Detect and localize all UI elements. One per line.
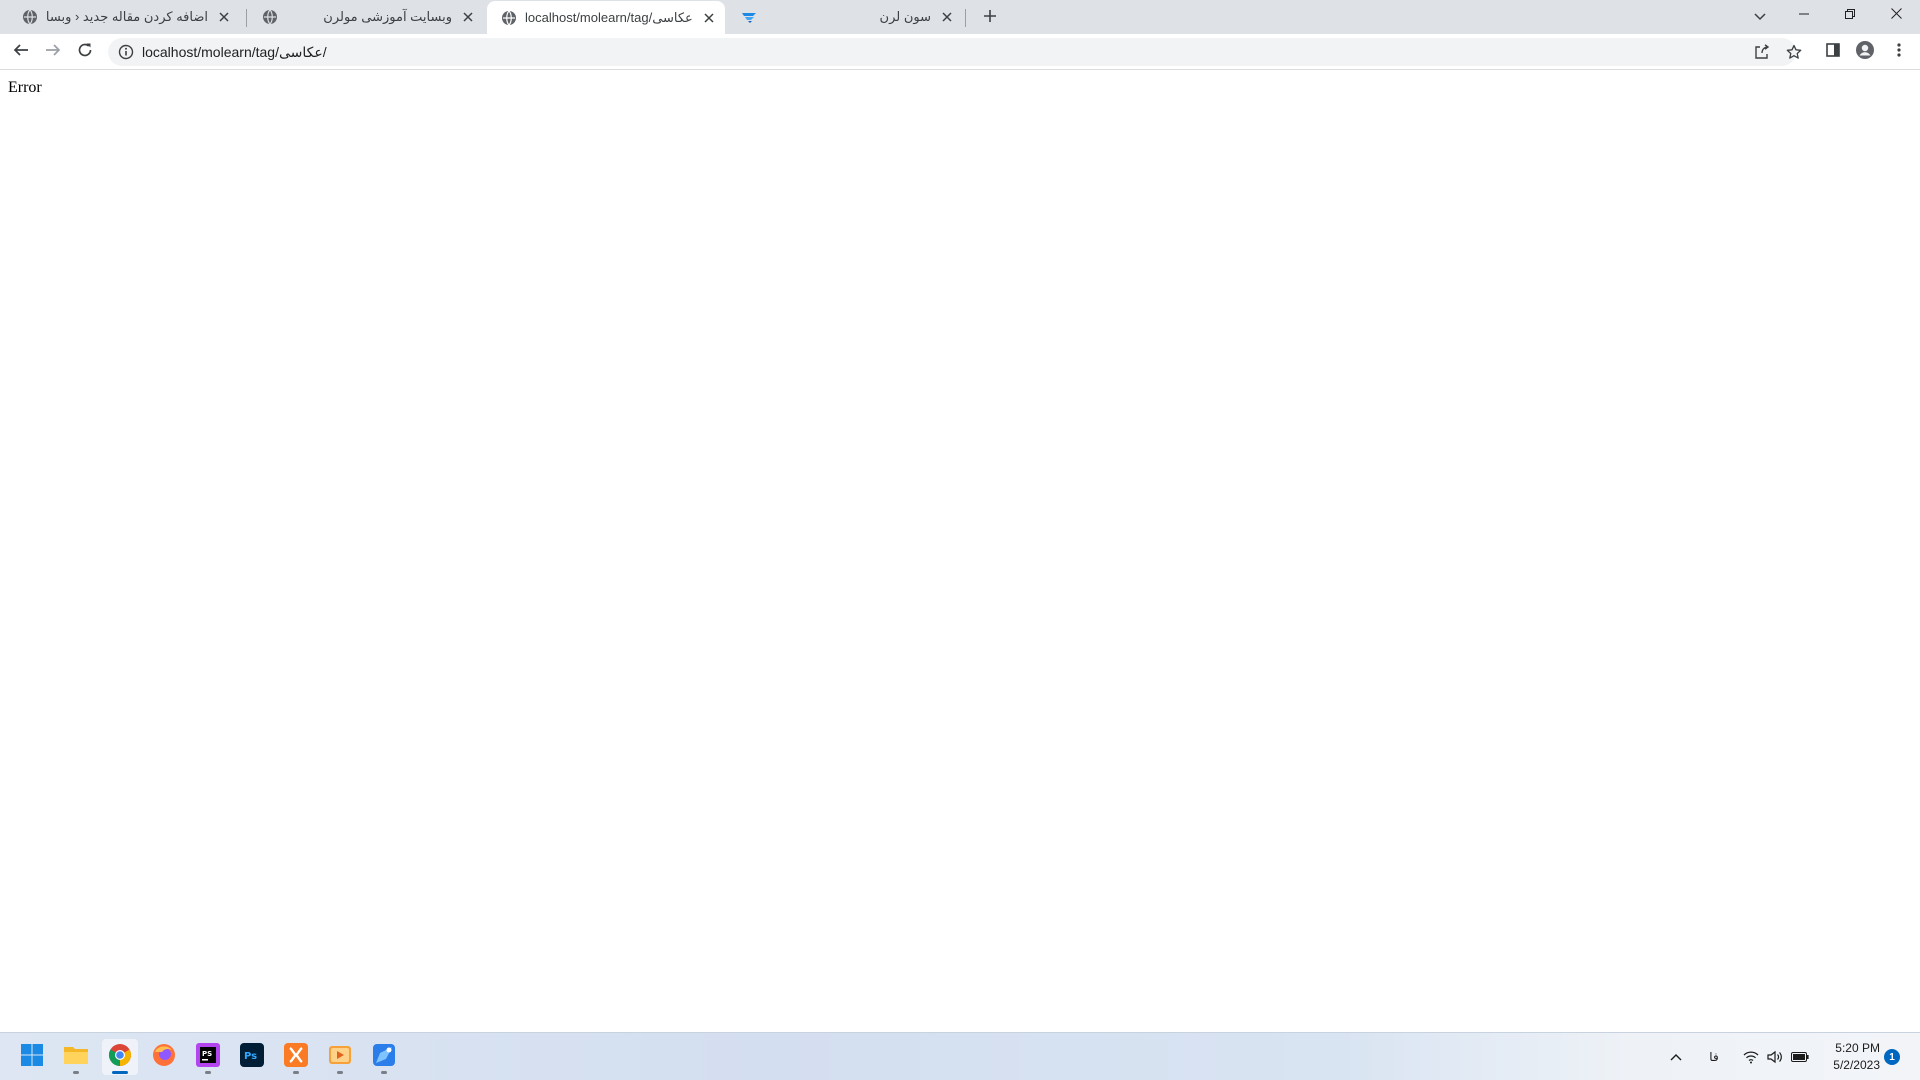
back-arrow-icon [13, 42, 29, 63]
system-clock[interactable]: 5:20 PM 5/2/2023 [1814, 1040, 1880, 1074]
tab-separator [246, 9, 247, 27]
sevenlearn-logo-icon [741, 9, 757, 25]
restore-icon [1845, 6, 1855, 24]
tab-add-article[interactable]: اضافه کردن مقاله جدید ‹ وبسایت آموزشی مو… [8, 0, 240, 34]
browser-toolbar: localhost/molearn/tag/عکاسی/ [0, 34, 1920, 70]
forward-arrow-icon [45, 42, 61, 63]
taskbar-chrome[interactable] [102, 1039, 138, 1075]
photoshop-icon: Ps [240, 1042, 264, 1072]
globe-icon [262, 9, 278, 25]
profile-button[interactable] [1851, 38, 1879, 66]
plus-icon [983, 9, 997, 28]
restore-button[interactable] [1827, 0, 1873, 30]
paint-icon [372, 1043, 396, 1072]
tab-separator [965, 9, 966, 27]
firefox-icon [152, 1043, 176, 1072]
taskbar-xampp[interactable] [278, 1039, 314, 1075]
volume-icon[interactable] [1765, 1047, 1785, 1067]
taskbar-phpstorm[interactable]: PS [190, 1039, 226, 1075]
running-indicator [73, 1071, 79, 1074]
taskbar-file-explorer[interactable] [58, 1039, 94, 1075]
tab-localhost-tag[interactable]: localhost/molearn/tag/عکاسی/ [487, 1, 725, 34]
phpstorm-icon: PS [196, 1042, 220, 1072]
profile-icon [1855, 40, 1875, 65]
running-indicator [205, 1071, 211, 1074]
xampp-icon [284, 1042, 308, 1072]
menu-button[interactable] [1885, 38, 1913, 66]
show-hidden-icons-button[interactable] [1666, 1047, 1686, 1067]
info-icon[interactable] [118, 44, 134, 60]
share-icon[interactable] [1752, 42, 1772, 62]
globe-icon [22, 9, 38, 25]
chrome-icon [108, 1043, 132, 1072]
tab-title: وبسایت آموزشی مولرن [323, 9, 452, 24]
chevron-down-icon [1754, 8, 1766, 26]
reload-icon [77, 42, 93, 63]
error-message: Error [8, 79, 42, 96]
star-icon[interactable] [1784, 42, 1804, 62]
globe-icon [501, 10, 517, 26]
taskbar-firefox[interactable] [146, 1039, 182, 1075]
wifi-icon[interactable] [1741, 1047, 1761, 1067]
notification-badge[interactable]: 1 [1884, 1049, 1900, 1065]
tab-molearn-site[interactable]: وبسایت آموزشی مولرن [248, 0, 484, 34]
address-bar[interactable]: localhost/molearn/tag/عکاسی/ [108, 38, 1802, 66]
windows-start-icon [20, 1043, 44, 1072]
tab-close-icon[interactable] [701, 10, 717, 26]
clock-time: 5:20 PM [1835, 1041, 1880, 1055]
side-panel-button[interactable] [1819, 38, 1847, 66]
tab-search-button[interactable] [1748, 5, 1772, 29]
tab-title: اضافه کردن مقاله جدید ‹ وبسایت آموزشی مو… [46, 9, 208, 24]
battery-icon[interactable] [1789, 1047, 1811, 1067]
taskbar-photoshop[interactable]: Ps [234, 1039, 270, 1075]
tab-title: localhost/molearn/tag/عکاسی/ [525, 9, 693, 25]
taskbar: PS Ps فا 5:20 PM 5/2/2023 1 [0, 1032, 1920, 1080]
running-indicator [337, 1071, 343, 1074]
tab-close-icon[interactable] [460, 9, 476, 25]
reload-button[interactable] [71, 38, 99, 66]
back-button[interactable] [7, 38, 35, 66]
tab-strip: اضافه کردن مقاله جدید ‹ وبسایت آموزشی مو… [0, 0, 1920, 34]
start-button[interactable] [14, 1039, 50, 1075]
page-content: Error [0, 71, 1920, 1031]
url-text: localhost/molearn/tag/عکاسی/ [142, 44, 327, 60]
tab-sevenlearn[interactable]: سون لرن [727, 0, 963, 34]
file-explorer-icon [63, 1044, 89, 1071]
chevron-up-icon [1670, 1048, 1682, 1066]
tab-close-icon[interactable] [939, 9, 955, 25]
minimize-button[interactable] [1781, 0, 1827, 30]
svg-text:PS: PS [202, 1050, 212, 1058]
minimize-icon [1799, 6, 1809, 24]
running-indicator [293, 1071, 299, 1074]
clock-date: 5/2/2023 [1833, 1058, 1880, 1072]
running-indicator [112, 1071, 128, 1074]
menu-icon [1897, 42, 1901, 63]
tab-close-icon[interactable] [216, 9, 232, 25]
running-indicator [381, 1071, 387, 1074]
tab-title: سون لرن [879, 9, 931, 24]
language-indicator[interactable]: فا [1704, 1047, 1724, 1067]
taskbar-media-player[interactable] [322, 1039, 358, 1075]
media-player-icon [328, 1043, 352, 1072]
forward-button[interactable] [39, 38, 67, 66]
new-tab-button[interactable] [977, 5, 1003, 31]
window-close-button[interactable] [1873, 0, 1919, 30]
taskbar-paint[interactable] [366, 1039, 402, 1075]
close-icon [1890, 6, 1902, 24]
svg-text:Ps: Ps [244, 1051, 257, 1062]
side-panel-icon [1825, 42, 1841, 63]
